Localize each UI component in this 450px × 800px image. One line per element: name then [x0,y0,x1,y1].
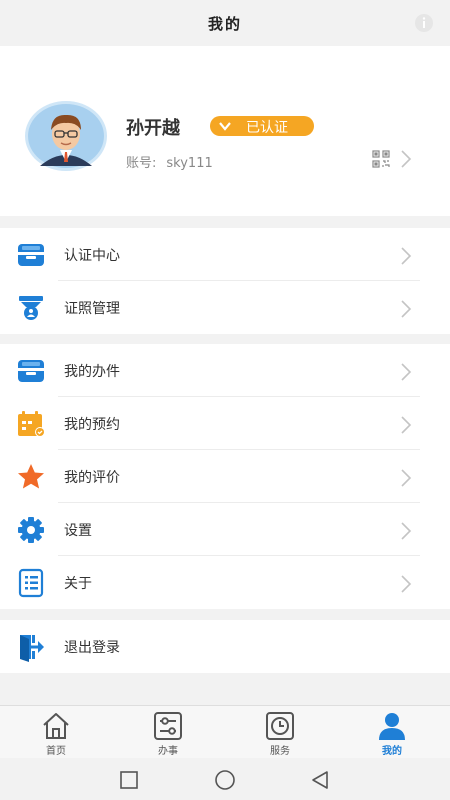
menu-item-my-appointments[interactable]: 我的预约 [0,397,450,450]
menu-item-label: 设置 [64,523,92,539]
tab-label: 我的 [382,746,402,757]
menu-item-my-cases[interactable]: 我的办件 [0,344,450,397]
profile-card[interactable]: 孙开越 已认证 账号: sky111 [0,46,450,216]
logout-icon [16,632,46,662]
menu-item-label: 证照管理 [64,301,120,317]
menu-item-label: 我的预约 [64,417,120,433]
clock-icon [264,710,296,742]
menu-item-label: 关于 [64,576,92,592]
chevron-right-icon [400,468,412,488]
menu-item-label: 退出登录 [64,640,120,656]
menu-item-logout[interactable]: 退出登录 [0,620,450,673]
chevron-right-icon [400,149,412,169]
chevron-right-icon [400,362,412,382]
document-icon [16,568,46,598]
tab-home[interactable]: 首页 [0,706,112,759]
menu-group-verification: 认证中心 证照管理 [0,228,450,334]
tab-label: 首页 [46,746,66,757]
user-name: 孙开越 [126,118,180,139]
sliders-icon [152,710,184,742]
menu-item-settings[interactable]: 设置 [0,503,450,556]
recent-apps-button[interactable] [117,768,141,792]
account-label: 账号: [126,156,157,171]
menu-group-personal: 我的办件 我的预约 我的评价 设置 关于 [0,344,450,609]
bottom-tab-bar: 首页 办事 服务 我的 [0,705,450,758]
account-value: sky111 [166,156,213,171]
home-icon [40,710,72,742]
menu-item-license-management[interactable]: 证照管理 [0,281,450,334]
gear-icon [16,515,46,545]
chevron-right-icon [400,521,412,541]
account-info: 账号: sky111 [126,152,213,171]
license-icon [16,293,46,323]
menu-item-label: 认证中心 [64,248,120,264]
top-bar: 我的 [0,0,450,46]
avatar[interactable] [24,100,108,172]
menu-item-auth-center[interactable]: 认证中心 [0,228,450,281]
tab-mine[interactable]: 我的 [336,706,448,759]
system-nav-bar [0,758,450,800]
chevron-down-icon [218,119,232,133]
chevron-right-icon [400,574,412,594]
menu-item-label: 我的办件 [64,364,120,380]
back-button[interactable] [308,768,332,792]
calendar-icon [16,409,46,439]
tab-label: 服务 [270,746,290,757]
info-icon[interactable] [414,13,434,33]
qr-code-icon[interactable] [372,150,390,168]
menu-item-about[interactable]: 关于 [0,556,450,609]
verified-badge-label: 已认证 [246,120,288,136]
page-title: 我的 [207,15,242,33]
menu-group-logout: 退出登录 [0,620,450,673]
home-button[interactable] [213,768,237,792]
tab-services[interactable]: 服务 [224,706,336,759]
tab-label: 办事 [158,746,178,757]
star-icon [16,462,46,492]
id-card-icon [16,240,46,270]
folder-icon [16,356,46,386]
menu-item-label: 我的评价 [64,470,120,486]
chevron-right-icon [400,246,412,266]
tab-affairs[interactable]: 办事 [112,706,224,759]
menu-item-my-reviews[interactable]: 我的评价 [0,450,450,503]
chevron-right-icon [400,415,412,435]
chevron-right-icon [400,299,412,319]
user-icon [376,710,408,742]
verified-badge: 已认证 [210,116,314,136]
